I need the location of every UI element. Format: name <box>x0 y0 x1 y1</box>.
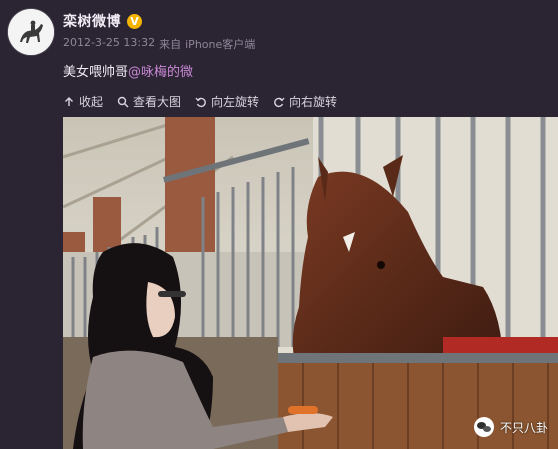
mention-link[interactable]: @咏梅的微 <box>128 65 193 80</box>
collapse-icon <box>65 96 73 106</box>
rotate-left-icon <box>195 97 206 107</box>
collapse-label: 收起 <box>79 95 104 109</box>
wechat-icon <box>473 417 494 437</box>
view-large-button[interactable]: 查看大图 <box>117 93 181 110</box>
post-text: 美女喂帅哥@咏梅的微 <box>63 61 193 80</box>
rotate-left-label: 向左旋转 <box>211 95 260 109</box>
view-large-label: 查看大图 <box>133 95 182 109</box>
search-icon <box>117 96 129 108</box>
watermark-text: 不只八卦 <box>499 420 548 435</box>
rotate-right-icon <box>274 97 285 107</box>
source-link[interactable]: iPhone客户端 <box>185 36 255 52</box>
horse-rider-avatar-icon <box>8 9 54 55</box>
rotate-right-button[interactable]: 向右旋转 <box>273 93 337 110</box>
verified-badge-icon: V <box>127 13 142 29</box>
username-link[interactable]: 栾树微博 <box>63 11 121 31</box>
rotate-right-label: 向右旋转 <box>289 95 338 109</box>
watermark: 不只八卦 <box>473 417 548 437</box>
post-photo[interactable]: 不只八卦 <box>63 117 558 449</box>
post-timestamp[interactable]: 2012-3-25 13:32 <box>63 36 155 52</box>
source-prefix: 来自 <box>159 38 182 51</box>
post-text-body: 美女喂帅哥 <box>63 65 129 80</box>
rotate-left-button[interactable]: 向左旋转 <box>195 93 259 110</box>
avatar[interactable] <box>8 9 54 55</box>
horse-feeding-photo <box>63 117 558 449</box>
collapse-button[interactable]: 收起 <box>63 93 103 110</box>
verified-mark: V <box>130 14 139 28</box>
image-toolbar: 收起 查看大图 向左旋转 向右旋转 <box>63 93 351 110</box>
